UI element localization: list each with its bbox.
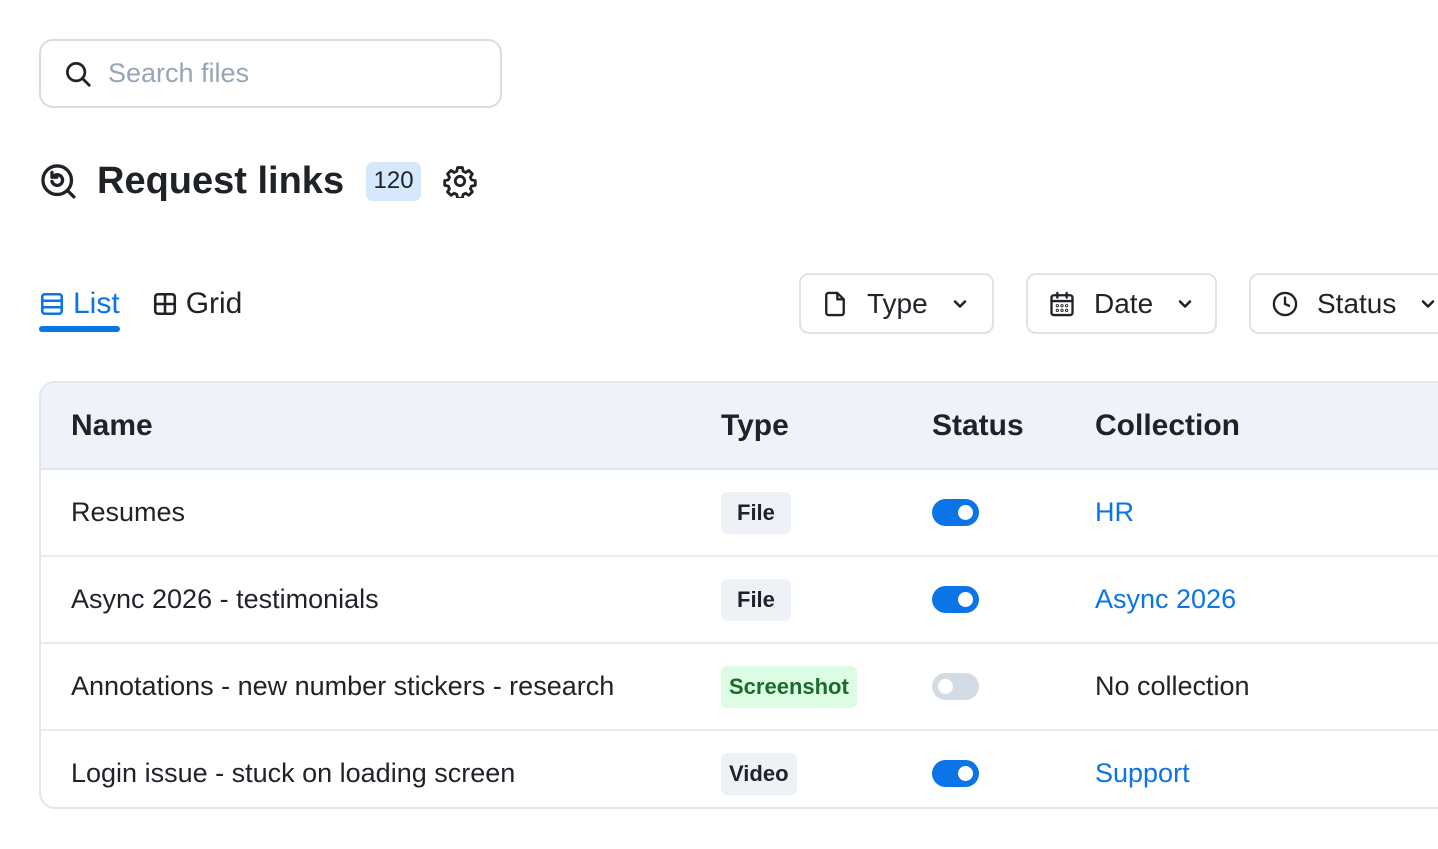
filter-type[interactable]: Type [799, 273, 994, 334]
type-badge: Screenshot [721, 665, 857, 708]
row-name[interactable]: Annotations - new number stickers - rese… [71, 644, 614, 729]
view-tabs: List Grid [39, 284, 243, 332]
row-name[interactable]: Resumes [71, 470, 185, 555]
collection-link[interactable]: HR [1095, 497, 1134, 528]
tab-grid[interactable]: Grid [152, 284, 243, 324]
file-icon [825, 291, 845, 316]
toggle-knob [958, 505, 973, 520]
toggle-knob [958, 592, 973, 607]
filter-type-label: Type [867, 287, 928, 319]
calendar-icon [1050, 291, 1074, 316]
request-link-icon [39, 162, 77, 200]
page-title: Request links [97, 159, 345, 202]
table-row[interactable]: Async 2026 - testimonials File Async 202… [41, 557, 1438, 644]
status-toggle[interactable] [932, 586, 979, 613]
toggle-knob [938, 679, 953, 694]
column-header-status[interactable]: Status [932, 383, 1024, 468]
chevron-down-icon [1178, 299, 1192, 308]
column-header-name[interactable]: Name [71, 383, 153, 468]
type-badge: Video [721, 752, 797, 795]
type-badge: File [721, 578, 791, 621]
search-icon [66, 61, 91, 87]
row-name[interactable]: Login issue - stuck on loading screen [71, 731, 515, 807]
table-row[interactable]: Login issue - stuck on loading screen Vi… [41, 731, 1438, 807]
request-links-table: Name Type Status Collection Resumes File… [39, 381, 1438, 809]
table-row[interactable]: Resumes File HR [41, 470, 1438, 557]
status-toggle[interactable] [932, 760, 979, 787]
column-header-collection[interactable]: Collection [1095, 383, 1240, 468]
tab-list[interactable]: List [39, 284, 120, 332]
search-input[interactable] [106, 57, 470, 90]
row-name[interactable]: Async 2026 - testimonials [71, 557, 379, 642]
gear-icon [443, 166, 477, 198]
chevron-down-icon [1422, 299, 1435, 308]
clock-icon [1272, 291, 1298, 316]
status-toggle[interactable] [932, 499, 979, 526]
table-header: Name Type Status Collection [41, 383, 1438, 470]
search-box[interactable] [39, 39, 502, 108]
page-header: Request links 120 [39, 156, 477, 206]
list-icon [40, 292, 64, 316]
filter-date-label: Date [1094, 287, 1154, 319]
collection-link[interactable]: Async 2026 [1095, 584, 1236, 615]
column-header-type[interactable]: Type [721, 383, 789, 468]
settings-button[interactable] [443, 164, 477, 198]
filter-status-label: Status [1317, 287, 1397, 319]
toggle-knob [958, 766, 973, 781]
tab-list-label: List [73, 287, 120, 320]
type-badge: File [721, 491, 791, 534]
chevron-down-icon [953, 299, 966, 308]
count-badge: 120 [366, 161, 422, 201]
grid-icon [153, 292, 176, 316]
filter-date[interactable]: Date [1026, 273, 1217, 334]
tab-grid-label: Grid [185, 287, 243, 320]
status-toggle[interactable] [932, 673, 979, 700]
filter-status[interactable]: Status [1249, 273, 1438, 334]
table-row[interactable]: Annotations - new number stickers - rese… [41, 644, 1438, 731]
collection-link[interactable]: Support [1095, 758, 1190, 789]
collection-label: No collection [1095, 671, 1250, 701]
